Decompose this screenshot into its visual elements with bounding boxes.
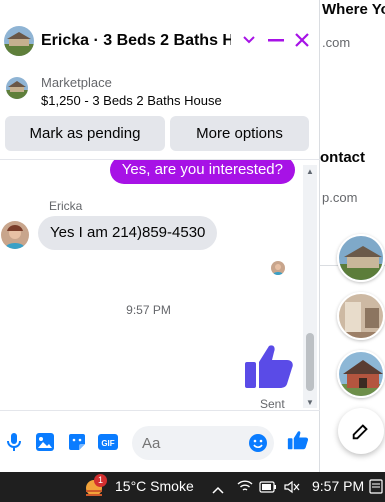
scroll-up-arrow-icon[interactable]: ▲: [303, 165, 317, 177]
thumbs-up-icon: [245, 345, 293, 388]
weather-widget-icon[interactable]: 1: [82, 474, 107, 498]
send-like-button[interactable]: [287, 429, 309, 451]
minimize-icon: [268, 39, 284, 42]
new-message-button[interactable]: [338, 408, 384, 454]
background-url[interactable]: .com: [322, 35, 350, 50]
listing-source-label: Marketplace: [41, 75, 112, 90]
listing-title[interactable]: $1,250 - 3 Beds 2 Baths House: [41, 93, 222, 108]
incoming-message[interactable]: Yes I am 214)859-4530: [38, 216, 218, 250]
close-chat-button[interactable]: [291, 28, 313, 52]
read-receipt-avatar: [271, 261, 285, 275]
minimize-chat-button[interactable]: [265, 28, 287, 52]
wifi-icon[interactable]: [237, 479, 253, 496]
close-icon: [295, 33, 309, 47]
background-contact-heading: ontact: [320, 149, 365, 166]
message-list: Yes, are you interested? Ericka Yes I am…: [0, 160, 320, 410]
volume-muted-icon[interactable]: [284, 480, 300, 497]
show-hidden-icons-chevron-icon[interactable]: [212, 481, 224, 497]
chat-window: Ericka · 3 Beds 2 Baths Ho... Marketplac…: [0, 0, 320, 472]
notification-center-icon[interactable]: [369, 479, 383, 498]
sender-name: Ericka: [49, 199, 83, 213]
battery-icon[interactable]: [259, 480, 277, 496]
weather-text[interactable]: 15°C Smoke: [115, 478, 194, 494]
emoji-button[interactable]: [247, 432, 269, 454]
image-icon: [36, 433, 54, 451]
marketplace-listing-panel: Marketplace $1,250 - 3 Beds 2 Baths Hous…: [0, 64, 320, 160]
more-options-button[interactable]: More options: [170, 116, 309, 151]
conversation-title[interactable]: Ericka · 3 Beds 2 Baths Ho...: [41, 32, 231, 50]
mark-as-pending-button[interactable]: Mark as pending: [5, 116, 165, 151]
notification-badge: 1: [94, 474, 107, 487]
chevron-down-icon: [243, 36, 255, 44]
chat-head-house-1[interactable]: [337, 234, 385, 282]
voice-clip-button[interactable]: [3, 431, 25, 453]
gif-button[interactable]: GIF: [97, 431, 119, 453]
system-clock[interactable]: 9:57 PM: [312, 478, 364, 494]
chat-head-house-2[interactable]: [337, 350, 385, 398]
background-headline[interactable]: Where Your Dreams are...: [322, 0, 385, 19]
sent-like-sticker[interactable]: [243, 340, 295, 392]
message-status: Sent: [260, 397, 285, 410]
listing-thumbnail[interactable]: [6, 77, 28, 99]
chat-header[interactable]: Ericka · 3 Beds 2 Baths Ho...: [0, 18, 320, 64]
thumbs-up-icon: [287, 431, 309, 450]
background-url-2[interactable]: p.com: [322, 190, 357, 205]
smiley-icon: [249, 434, 267, 452]
taskbar: 1 15°C Smoke 9:57 PM: [0, 472, 385, 502]
compose-icon: [352, 424, 368, 440]
attach-photo-button[interactable]: [34, 431, 56, 453]
message-timestamp: 9:57 PM: [126, 303, 171, 317]
sender-avatar[interactable]: [1, 221, 29, 249]
sticker-button[interactable]: [66, 431, 88, 453]
scroll-down-arrow-icon[interactable]: ▼: [303, 396, 317, 408]
scrollbar-thumb[interactable]: [306, 333, 314, 391]
message-scrollbar[interactable]: ▲ ▼: [303, 165, 317, 408]
conversation-avatar[interactable]: [4, 26, 34, 56]
chat-head-room[interactable]: [337, 292, 385, 340]
conversation-options-button[interactable]: [238, 28, 260, 52]
message-composer: GIF: [0, 410, 320, 472]
sticker-icon: [69, 434, 85, 450]
svg-text:GIF: GIF: [101, 439, 114, 448]
gif-icon: GIF: [98, 434, 118, 450]
outgoing-message[interactable]: Yes, are you interested?: [109, 160, 295, 184]
microphone-icon: [7, 433, 21, 451]
